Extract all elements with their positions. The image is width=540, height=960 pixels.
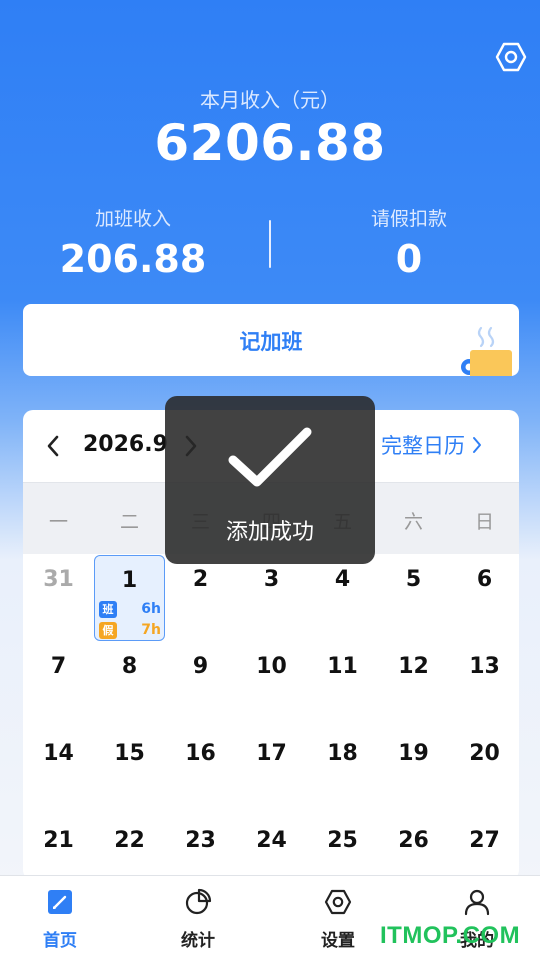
day-number: 23 (185, 828, 216, 853)
calendar-day[interactable]: 26 (378, 816, 449, 880)
day-number: 31 (43, 567, 74, 592)
leave-record: 假 7h (99, 621, 161, 639)
calendar-day[interactable]: 4 (307, 555, 378, 642)
calendar-day[interactable]: 10 (236, 642, 307, 729)
weekday-label: 日 (474, 511, 494, 533)
day-number: 4 (334, 567, 351, 592)
calendar-day[interactable]: 20 (449, 729, 519, 816)
day-number: 7 (50, 654, 67, 679)
current-month: 2026.9 (83, 432, 168, 457)
overtime-income-label: 加班收入 (94, 208, 171, 230)
day-number: 18 (327, 741, 358, 766)
leave-deduction-stat: 请假扣款 0 (294, 204, 524, 281)
leave-hours: 7h (141, 622, 161, 638)
day-number: 19 (398, 741, 429, 766)
calendar-day[interactable]: 11 (307, 642, 378, 729)
calendar-day[interactable]: 15 (94, 729, 165, 816)
weekday-label: 二 (119, 511, 139, 533)
calendar-day[interactable]: 16 (165, 729, 236, 816)
day-number: 21 (43, 828, 74, 853)
calendar-day[interactable]: 12 (378, 642, 449, 729)
calendar-day[interactable]: 3 (236, 555, 307, 642)
day-number: 22 (114, 828, 145, 853)
tab-stats[interactable]: 统计 (148, 886, 248, 951)
success-toast: 添加成功 (165, 396, 375, 564)
calendar-day[interactable]: 31 (23, 555, 94, 642)
calendar-day-selected[interactable]: 1 班 6h 假 7h (94, 555, 165, 641)
leave-deduction-value: 0 (395, 237, 423, 281)
weekday-label: 六 (403, 511, 423, 533)
calendar-day[interactable]: 13 (449, 642, 519, 729)
day-number: 26 (398, 828, 429, 853)
day-number: 6 (476, 567, 493, 592)
calendar-day[interactable]: 18 (307, 729, 378, 816)
day-number: 16 (185, 741, 216, 766)
calendar-day[interactable]: 24 (236, 816, 307, 880)
hexagon-settings-icon (495, 42, 527, 72)
overtime-income-value: 206.88 (59, 237, 207, 281)
overtime-tag: 班 (99, 600, 117, 618)
calendar-day[interactable]: 7 (23, 642, 94, 729)
day-number: 15 (114, 741, 145, 766)
chevron-right-icon (473, 437, 481, 453)
checkmark-icon (228, 427, 312, 487)
calendar-day[interactable]: 14 (23, 729, 94, 816)
tab-label: 统计 (181, 931, 215, 951)
monthly-income-label: 本月收入（元） (200, 88, 340, 112)
leave-deduction-label: 请假扣款 (370, 208, 447, 230)
hexagon-settings-icon (324, 889, 352, 915)
full-calendar-label: 完整日历 (381, 434, 465, 458)
pie-chart-icon (185, 888, 212, 915)
overtime-hours: 6h (141, 601, 161, 617)
day-number: 3 (263, 567, 280, 592)
leave-tag: 假 (99, 621, 117, 639)
chevron-left-icon (47, 435, 59, 457)
calendar-day[interactable]: 27 (449, 816, 519, 880)
monthly-income-value: 6206.88 (154, 114, 386, 172)
tab-label: 首页 (43, 931, 77, 951)
tab-home[interactable]: 首页 (10, 886, 110, 951)
day-number: 2 (192, 567, 209, 592)
tab-label: 设置 (321, 931, 355, 951)
calendar-day[interactable]: 9 (165, 642, 236, 729)
day-number: 11 (327, 654, 358, 679)
calendar-day[interactable]: 8 (94, 642, 165, 729)
overtime-income-stat: 加班收入 206.88 (18, 204, 248, 281)
day-number: 17 (256, 741, 287, 766)
day-number: 12 (398, 654, 429, 679)
calendar-day[interactable]: 6 (449, 555, 519, 642)
calendar-day[interactable]: 17 (236, 729, 307, 816)
tab-settings[interactable]: 设置 (288, 886, 388, 951)
edit-icon (48, 890, 72, 914)
day-number: 5 (405, 567, 422, 592)
calendar-day[interactable]: 19 (378, 729, 449, 816)
overtime-record: 班 6h (99, 600, 161, 618)
full-calendar-link[interactable]: 完整日历 (381, 430, 483, 460)
day-number: 20 (469, 741, 500, 766)
day-number: 8 (121, 654, 138, 679)
day-number: 24 (256, 828, 287, 853)
record-overtime-button[interactable]: 记加班 (23, 304, 519, 376)
calendar-day[interactable]: 22 (94, 816, 165, 880)
day-number: 27 (469, 828, 500, 853)
user-icon (464, 889, 490, 916)
weekday-label: 一 (48, 511, 68, 533)
calendar-day[interactable]: 25 (307, 816, 378, 880)
prev-month-button[interactable] (41, 432, 65, 460)
watermark-text: ITMOP.COM (380, 922, 521, 949)
day-number: 25 (327, 828, 358, 853)
calendar-day[interactable]: 2 (165, 555, 236, 642)
day-number: 13 (469, 654, 500, 679)
day-number: 1 (121, 568, 138, 593)
day-number: 14 (43, 741, 74, 766)
stat-divider (269, 220, 271, 268)
day-number: 9 (192, 654, 209, 679)
coffee-cup-icon (461, 326, 512, 376)
toast-message: 添加成功 (225, 520, 314, 545)
calendar-day[interactable]: 5 (378, 555, 449, 642)
calendar-day[interactable]: 21 (23, 816, 94, 880)
settings-button[interactable] (494, 40, 528, 74)
calendar-day[interactable]: 23 (165, 816, 236, 880)
day-number: 10 (256, 654, 287, 679)
